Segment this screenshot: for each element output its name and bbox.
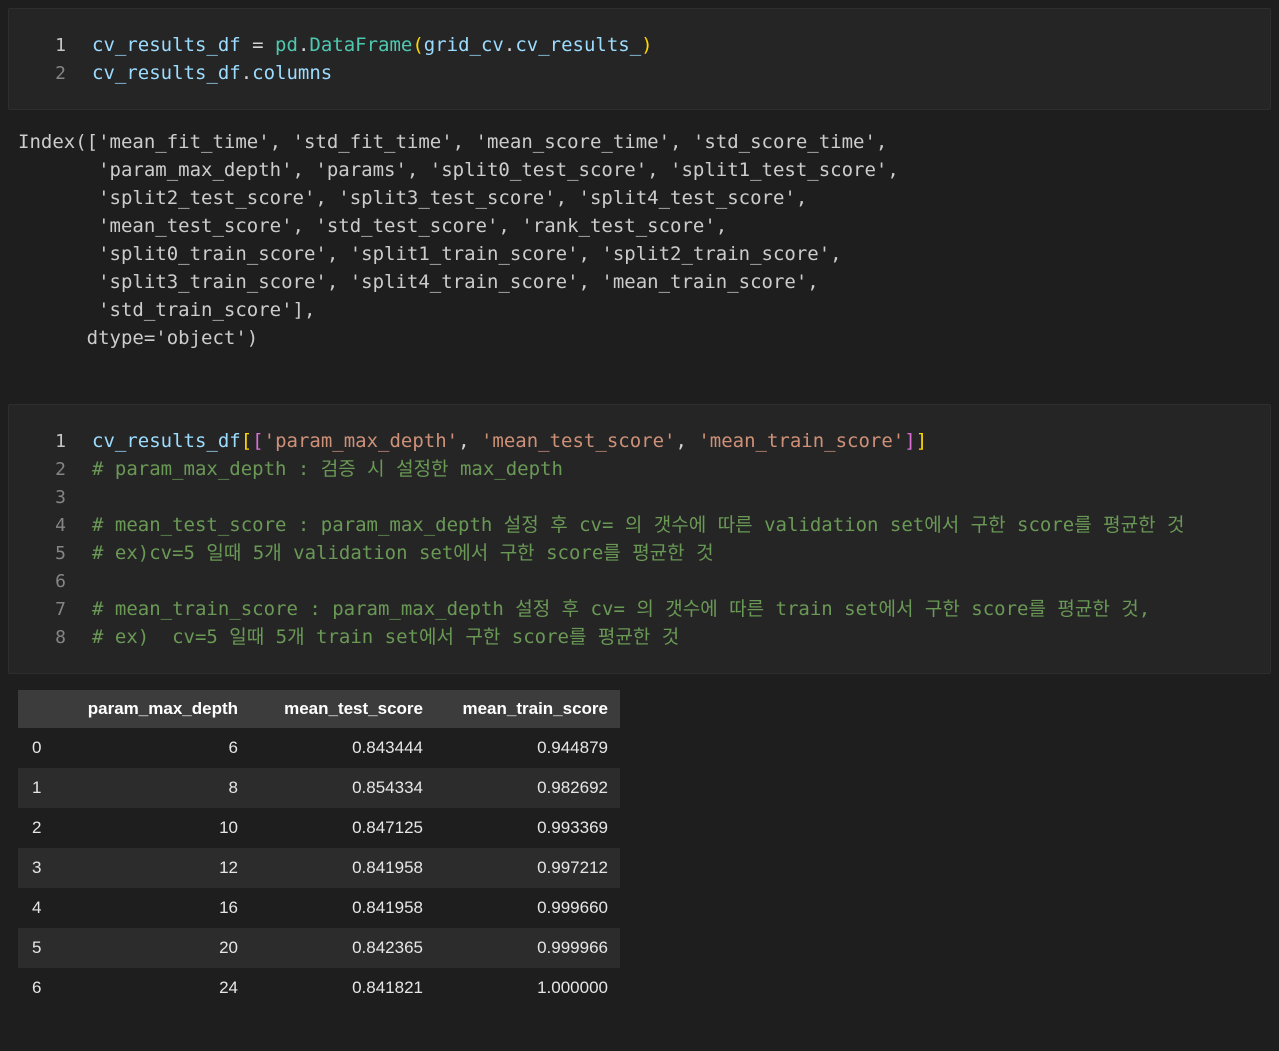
code-line[interactable]: 8 # ex) cv=5 일때 5개 train set에서 구한 score를 … [9, 623, 1270, 651]
code-line[interactable]: 3 [9, 483, 1270, 511]
line-number: 8 [55, 627, 66, 648]
line-number: 7 [55, 599, 66, 620]
cell-value: 0.999660 [537, 898, 608, 917]
line-number: 3 [55, 487, 66, 508]
cell-value: 0.944879 [537, 738, 608, 757]
row-index: 3 [32, 858, 42, 877]
row-index: 4 [32, 898, 42, 917]
row-index: 1 [32, 778, 42, 797]
cell-value: 0.843444 [352, 738, 423, 757]
code-line[interactable]: 2 cv_results_df.columns [9, 59, 1270, 87]
code-line[interactable]: 2 # param_max_depth : 검증 시 설정한 max_depth [9, 455, 1270, 483]
table-row: 4 16 0.841958 0.999660 [18, 888, 620, 928]
cell-value: 1.000000 [537, 978, 608, 997]
line-number: 5 [55, 543, 66, 564]
code-cell-2[interactable]: 1 cv_results_df[['param_max_depth', 'mean… [8, 404, 1271, 674]
index-output: Index(['mean_fit_time', 'std_fit_time', … [18, 131, 899, 349]
cell-value: 0.841958 [352, 898, 423, 917]
cell-value: 0.982692 [537, 778, 608, 797]
code-text: cv_results_df = pd.DataFrame(grid_cv.cv_… [92, 34, 653, 56]
cell-value: 10 [219, 818, 238, 837]
dataframe-output: param_max_depth mean_test_score mean_train… [18, 690, 1271, 1008]
line-number: 2 [55, 63, 66, 84]
line-number: 1 [55, 431, 66, 452]
code-text: # ex) cv=5 일때 5개 train set에서 구한 score를 평… [92, 626, 680, 648]
row-index: 6 [32, 978, 42, 997]
column-header-mean_test_score: mean_test_score [250, 690, 435, 728]
code-text: cv_results_df[['param_max_depth', 'mean_… [92, 430, 928, 452]
dataframe-table: param_max_depth mean_test_score mean_train… [18, 690, 620, 1008]
dataframe-body: 0 6 0.843444 0.944879 1 8 0.854334 0.982692 2 10 0… [18, 728, 620, 1008]
cell-value: 20 [219, 938, 238, 957]
cell-value: 0.841821 [352, 978, 423, 997]
code-text: cv_results_df.columns [92, 62, 333, 84]
cell-value: 16 [219, 898, 238, 917]
table-row: 6 24 0.841821 1.000000 [18, 968, 620, 1008]
row-index: 2 [32, 818, 42, 837]
code-line[interactable]: 5 # ex)cv=5 일때 5개 validation set에서 구한 sco… [9, 539, 1270, 567]
code-text: # ex)cv=5 일때 5개 validation set에서 구한 scor… [92, 542, 714, 564]
dataframe-header-row: param_max_depth mean_test_score mean_train… [18, 690, 620, 728]
code-cell-1[interactable]: 1 cv_results_df = pd.DataFrame(grid_cv.cv… [8, 8, 1271, 110]
row-index: 5 [32, 938, 42, 957]
table-row: 1 8 0.854334 0.982692 [18, 768, 620, 808]
code-line[interactable]: 6 [9, 567, 1270, 595]
cell-value: 12 [219, 858, 238, 877]
cell-value: 0.997212 [537, 858, 608, 877]
cell-value: 0.842365 [352, 938, 423, 957]
cell-value: 24 [219, 978, 238, 997]
line-number: 2 [55, 459, 66, 480]
cell-value: 0.999966 [537, 938, 608, 957]
column-header-mean_train_score: mean_train_score [435, 690, 620, 728]
line-number: 6 [55, 571, 66, 592]
table-row: 2 10 0.847125 0.993369 [18, 808, 620, 848]
notebook: 1 cv_results_df = pd.DataFrame(grid_cv.cv… [0, 0, 1279, 1016]
cell-value: 6 [228, 738, 238, 757]
code-line[interactable]: 1 cv_results_df = pd.DataFrame(grid_cv.cv… [9, 31, 1270, 59]
code-text: # mean_test_score : param_max_depth 설정 후… [92, 514, 1185, 536]
cell-value: 8 [228, 778, 238, 797]
code-line[interactable]: 7 # mean_train_score : param_max_depth 설정… [9, 595, 1270, 623]
table-row: 5 20 0.842365 0.999966 [18, 928, 620, 968]
row-index: 0 [32, 738, 42, 757]
code-line[interactable]: 1 cv_results_df[['param_max_depth', 'mean… [9, 427, 1270, 455]
table-row: 0 6 0.843444 0.944879 [18, 728, 620, 768]
code-text: # param_max_depth : 검증 시 설정한 max_depth [92, 458, 563, 480]
line-number: 1 [55, 35, 66, 56]
code-text: # mean_train_score : param_max_depth 설정 … [92, 598, 1151, 620]
cell-value: 0.841958 [352, 858, 423, 877]
index-column-header [18, 690, 65, 728]
cell-value: 0.854334 [352, 778, 423, 797]
code-line[interactable]: 4 # mean_test_score : param_max_depth 설정 … [9, 511, 1270, 539]
table-row: 3 12 0.841958 0.997212 [18, 848, 620, 888]
cell-value: 0.847125 [352, 818, 423, 837]
line-number: 4 [55, 515, 66, 536]
column-header-param_max_depth: param_max_depth [65, 690, 250, 728]
cell-value: 0.993369 [537, 818, 608, 837]
